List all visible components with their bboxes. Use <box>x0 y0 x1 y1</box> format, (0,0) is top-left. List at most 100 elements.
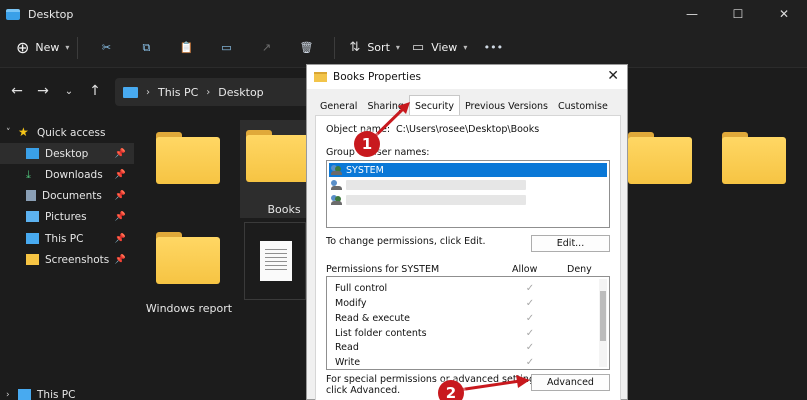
users-icon <box>331 195 342 205</box>
sidebar-item-label: This PC <box>45 232 84 245</box>
breadcrumb-this-pc[interactable]: This PC <box>158 86 198 99</box>
divider <box>77 36 79 59</box>
view-label: View <box>431 41 458 54</box>
tab-previous-versions[interactable]: Previous Versions <box>460 97 553 115</box>
special-permissions-text: For special permissions or advanced sett… <box>326 374 543 385</box>
change-permissions-text: To change permissions, click Edit. <box>326 236 486 247</box>
list-item[interactable] <box>329 193 607 207</box>
sort-icon: ⇅ <box>349 40 361 55</box>
sidebar-item-pictures[interactable]: Pictures 📌 <box>0 206 134 227</box>
divider <box>334 36 336 59</box>
permissions-list: Full control ✓ Modify ✓ Read & execute ✓… <box>326 276 610 370</box>
object-name-value: C:\Users\rosee\Desktop\Books <box>396 124 540 135</box>
permission-row: List folder contents ✓ <box>335 326 595 340</box>
check-icon: ✓ <box>525 327 535 339</box>
command-bar: ⊕ New ▾ ✂ ⧉ 📋 ▭ ↗ 🗑 ⇅ Sort ▾ ▭ View ▾ ••… <box>0 28 807 68</box>
address-bar[interactable]: › This PC › Desktop <box>115 78 315 106</box>
pin-icon: 📌 <box>114 169 126 180</box>
sidebar-item-label: Pictures <box>45 210 87 223</box>
maximize-button[interactable]: ☐ <box>715 0 761 28</box>
sidebar-item-screenshots[interactable]: Screenshots 📌 <box>0 249 134 270</box>
chevron-down-icon: ▾ <box>65 43 70 52</box>
tab-customise[interactable]: Customise <box>553 97 613 115</box>
recent-chevron-icon[interactable]: ⌄ <box>56 77 82 105</box>
sort-button[interactable]: ⇅ Sort ▾ <box>343 34 405 62</box>
check-icon: ✓ <box>525 297 535 309</box>
sidebar-item-documents[interactable]: Documents 📌 <box>0 185 134 206</box>
sidebar-item-label: Documents <box>42 189 102 202</box>
pin-icon: 📌 <box>114 211 126 222</box>
permission-name: Modify <box>335 297 367 309</box>
breadcrumb-desktop[interactable]: Desktop <box>218 86 263 99</box>
view-button[interactable]: ▭ View ▾ <box>406 34 473 62</box>
plus-icon: ⊕ <box>16 38 30 57</box>
tab-general[interactable]: General <box>315 97 362 115</box>
copy-icon[interactable]: ⧉ <box>126 34 166 62</box>
folder-item-windows-report[interactable]: Windows report <box>146 222 232 322</box>
file-item[interactable] <box>244 222 306 300</box>
users-icon <box>331 165 342 175</box>
pictures-icon <box>26 211 39 222</box>
new-button[interactable]: ⊕ New ▾ <box>16 34 69 62</box>
scrollbar[interactable] <box>599 279 607 367</box>
folder-icon <box>26 254 39 265</box>
rename-icon[interactable]: ▭ <box>206 34 246 62</box>
list-item-system[interactable]: SYSTEM <box>329 163 607 177</box>
forward-arrow-icon[interactable]: → <box>30 77 56 105</box>
sort-label: Sort <box>367 41 390 54</box>
sidebar-item-label: Downloads <box>45 168 103 181</box>
allow-header: Allow <box>512 264 538 275</box>
folder-item[interactable] <box>620 122 700 222</box>
window-title: Desktop <box>28 7 74 21</box>
sidebar-item-this-pc-root[interactable]: › This PC <box>0 384 134 400</box>
share-icon[interactable]: ↗ <box>246 34 286 62</box>
close-button[interactable]: ✕ <box>761 0 807 28</box>
file-label: Windows report <box>145 302 233 315</box>
dialog-title: Books Properties <box>333 71 422 83</box>
step-badge-1: 1 <box>354 131 380 157</box>
new-label: New <box>35 41 60 54</box>
sidebar-item-quick-access[interactable]: ˅ ★ Quick access <box>0 122 134 143</box>
tab-sharing[interactable]: Sharing <box>362 97 408 115</box>
paste-icon[interactable]: 📋 <box>166 34 206 62</box>
close-icon[interactable]: ✕ <box>607 68 619 84</box>
folder-item[interactable] <box>714 122 794 222</box>
view-icon: ▭ <box>411 40 425 55</box>
folder-icon <box>156 132 220 184</box>
folder-icon <box>6 8 20 20</box>
advanced-button[interactable]: Advanced <box>531 374 610 391</box>
chevron-right-icon: › <box>206 86 211 98</box>
permission-row: Full control ✓ <box>335 281 595 295</box>
more-options-icon[interactable]: ••• <box>473 34 513 62</box>
permission-row: Read ✓ <box>335 340 595 354</box>
sidebar: ˅ ★ Quick access Desktop 📌 ⤓ Downloads 📌… <box>0 114 134 400</box>
tab-security[interactable]: Security <box>408 95 460 116</box>
scrollbar-thumb[interactable] <box>600 291 606 341</box>
up-arrow-icon[interactable]: ↑ <box>82 77 108 105</box>
desktop-icon <box>26 148 39 159</box>
security-panel: Object name: C:\Users\rosee\Desktop\Book… <box>315 115 621 400</box>
edit-button[interactable]: Edit... <box>531 235 610 252</box>
pc-icon <box>123 86 138 98</box>
permissions-label: Permissions for SYSTEM <box>326 264 440 275</box>
folder-item-books[interactable]: Books <box>240 120 310 218</box>
delete-icon[interactable]: 🗑 <box>286 34 326 62</box>
pc-icon <box>18 389 31 400</box>
back-arrow-icon[interactable]: ← <box>4 77 30 105</box>
sidebar-item-this-pc[interactable]: This PC 📌 <box>0 228 134 249</box>
cut-icon[interactable]: ✂ <box>86 34 126 62</box>
folder-item[interactable] <box>148 122 228 222</box>
list-item[interactable] <box>329 178 607 192</box>
chevron-down-icon: ▾ <box>395 43 400 52</box>
folder-icon <box>722 132 786 184</box>
sidebar-item-downloads[interactable]: ⤓ Downloads 📌 <box>0 164 134 185</box>
sidebar-item-label: Screenshots <box>45 253 110 266</box>
user-name: SYSTEM <box>346 164 384 176</box>
redacted-name <box>346 180 526 190</box>
pc-icon <box>26 233 39 244</box>
user-list[interactable]: SYSTEM <box>326 160 610 228</box>
deny-header: Deny <box>567 264 592 275</box>
sidebar-item-desktop[interactable]: Desktop 📌 <box>0 143 134 164</box>
minimize-button[interactable]: — <box>669 0 715 28</box>
sidebar-item-label: Quick access <box>37 126 106 139</box>
